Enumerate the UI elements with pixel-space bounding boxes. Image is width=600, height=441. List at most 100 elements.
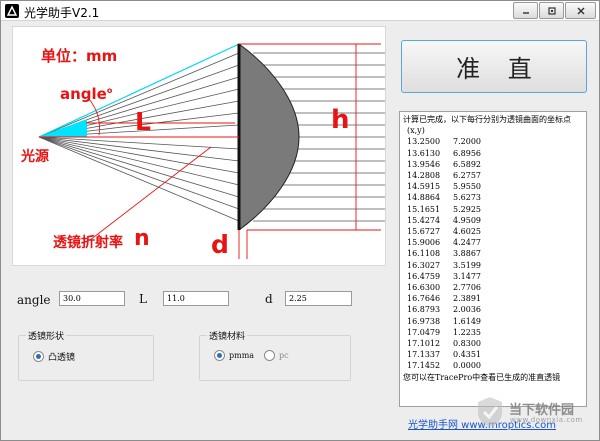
close-icon[interactable] <box>565 2 596 19</box>
result-header: 计算已完成，以下每行分别为透镜曲面的坐标点 <box>403 115 571 124</box>
convex-lens-radio[interactable]: 凸透镜 <box>33 350 75 363</box>
coordinate-y: 6.8956 <box>453 148 481 158</box>
coordinate-row: 14.2808 6.2757 <box>403 170 583 181</box>
coordinate-y: 1.2235 <box>453 327 481 337</box>
coordinate-y: 2.0036 <box>453 305 481 315</box>
height-diagram-label: h <box>331 105 350 135</box>
coordinate-y: 6.2757 <box>453 171 481 181</box>
coordinate-x: 14.5915 <box>407 182 441 192</box>
refractive-index-label: 透镜折射率 <box>53 235 123 251</box>
coordinate-x: 15.9006 <box>407 238 441 248</box>
coordinate-x: 13.9546 <box>407 159 441 169</box>
coordinate-x: 14.8864 <box>407 193 441 203</box>
coordinate-x: 16.4759 <box>407 271 441 281</box>
lens-shape-title: 透镜形状 <box>26 329 67 342</box>
thickness-input[interactable]: 2.25 <box>285 291 352 306</box>
angle-text: angle <box>60 85 107 103</box>
coordinate-row: 14.8864 5.6273 <box>403 192 583 203</box>
pmma-radio-label: pmma <box>229 351 255 360</box>
coordinate-x: 15.4274 <box>407 215 441 225</box>
result-footer: 您可以在TracePro中查看已生成的准直透镜 <box>403 372 561 382</box>
radio-unselected-icon <box>264 350 275 361</box>
coordinate-y: 4.2477 <box>453 238 481 248</box>
coordinate-row: 15.9006 4.2477 <box>403 237 583 248</box>
length-param-label: L <box>139 292 147 306</box>
coordinate-y: 5.6273 <box>453 193 481 203</box>
thickness-param-label: d <box>265 292 273 306</box>
angle-param-label: angle <box>17 293 51 307</box>
app-logo-icon <box>5 4 19 18</box>
coordinate-x: 15.6727 <box>407 227 441 237</box>
coordinate-row: 16.6300 2.7706 <box>403 282 583 293</box>
coordinate-x: 14.2808 <box>407 171 441 181</box>
collimate-button[interactable]: 准 直 <box>401 40 587 93</box>
coordinate-y: 3.8867 <box>453 249 481 259</box>
coordinate-row: 14.5915 5.9550 <box>403 181 583 192</box>
coordinate-x: 15.1651 <box>407 204 441 214</box>
coordinate-row: 15.1651 5.2925 <box>403 204 583 215</box>
coordinate-x: 16.9738 <box>407 316 441 326</box>
coordinate-y: 2.7706 <box>453 283 481 293</box>
coordinate-x: 17.1337 <box>407 350 441 360</box>
coordinate-y: 4.6025 <box>453 227 481 237</box>
pc-radio-label: pc <box>279 351 289 360</box>
length-input[interactable]: 11.0 <box>163 291 229 306</box>
coordinate-row: 16.9738 1.6149 <box>403 316 583 327</box>
coordinate-row: 17.1012 0.8300 <box>403 338 583 349</box>
coordinate-x: 17.1012 <box>407 339 441 349</box>
coordinate-row: 16.1108 3.8867 <box>403 248 583 259</box>
coordinate-x: 16.8793 <box>407 305 441 315</box>
coordinate-y: 0.0000 <box>453 361 481 371</box>
lens-diagram: 单位：mm angleo L h 光源 透镜折射率 n d <box>12 26 386 266</box>
result-columns: (x,y) <box>407 126 425 136</box>
coordinate-x: 13.6130 <box>407 148 441 158</box>
coordinate-row: 15.6727 4.6025 <box>403 226 583 237</box>
angle-input[interactable]: 30.0 <box>59 291 125 306</box>
minimize-icon[interactable] <box>513 2 538 19</box>
title-bar: 光学助手V2.1 <box>1 1 599 21</box>
coordinate-row: 16.3027 3.5199 <box>403 260 583 271</box>
coordinate-y: 6.5892 <box>453 159 481 169</box>
coordinate-x: 13.2500 <box>407 137 441 147</box>
lens-material-title: 透镜材料 <box>207 329 248 342</box>
coordinate-row: 13.9546 6.5892 <box>403 159 583 170</box>
coordinate-x: 16.6300 <box>407 283 441 293</box>
coordinate-y: 4.9509 <box>453 215 481 225</box>
coordinate-y: 3.1477 <box>453 271 481 281</box>
coordinate-x: 17.1452 <box>407 361 441 371</box>
unit-label: 单位：mm <box>41 47 118 65</box>
angle-diagram-label: angleo <box>60 87 112 102</box>
light-source-label: 光源 <box>21 149 49 165</box>
coordinate-row: 17.0479 1.2235 <box>403 327 583 338</box>
maximize-icon[interactable] <box>539 2 564 19</box>
radio-selected-icon <box>33 351 44 362</box>
result-output-box[interactable]: 计算已完成，以下每行分别为透镜曲面的坐标点 (x,y) 13.2500 7.200… <box>399 111 587 407</box>
degree-mark: o <box>106 86 113 95</box>
lens-shape-group: 透镜形状 凸透镜 <box>18 329 154 381</box>
coordinate-y: 0.8300 <box>453 339 481 349</box>
coordinate-y: 1.6149 <box>453 316 481 326</box>
length-diagram-label: L <box>135 107 151 136</box>
thickness-diagram-label: d <box>211 230 229 259</box>
pc-radio[interactable]: pc <box>264 350 289 361</box>
coordinate-row: 17.1337 0.4351 <box>403 349 583 360</box>
result-rows: 13.2500 7.2000 13.6130 6.8956 13.9546 6.5892 1… <box>403 136 583 371</box>
convex-lens-radio-label: 凸透镜 <box>48 353 76 363</box>
coordinate-x: 16.7646 <box>407 294 441 304</box>
coordinate-x: 17.0479 <box>407 327 441 337</box>
app-window: 光学助手V2.1 单位：mm angleo L h 光源 透镜折射率 n d 准… <box>0 0 600 441</box>
coordinate-row: 16.4759 3.1477 <box>403 271 583 282</box>
coordinate-y: 5.2925 <box>453 204 481 214</box>
lens-material-group: 透镜材料 pmma pc <box>199 329 351 381</box>
coordinate-x: 16.1108 <box>407 249 441 259</box>
coordinate-row: 17.1452 0.0000 <box>403 360 583 371</box>
coordinate-y: 0.4351 <box>453 350 481 360</box>
watermark-url: www.downxia.com <box>510 416 583 424</box>
coordinate-row: 13.6130 6.8956 <box>403 148 583 159</box>
coordinate-y: 3.5199 <box>453 260 481 270</box>
window-title: 光学助手V2.1 <box>24 6 100 20</box>
coordinate-row: 13.2500 7.2000 <box>403 136 583 147</box>
coordinate-row: 15.4274 4.9509 <box>403 215 583 226</box>
coordinate-y: 2.3891 <box>453 294 481 304</box>
pmma-radio[interactable]: pmma <box>214 350 254 361</box>
